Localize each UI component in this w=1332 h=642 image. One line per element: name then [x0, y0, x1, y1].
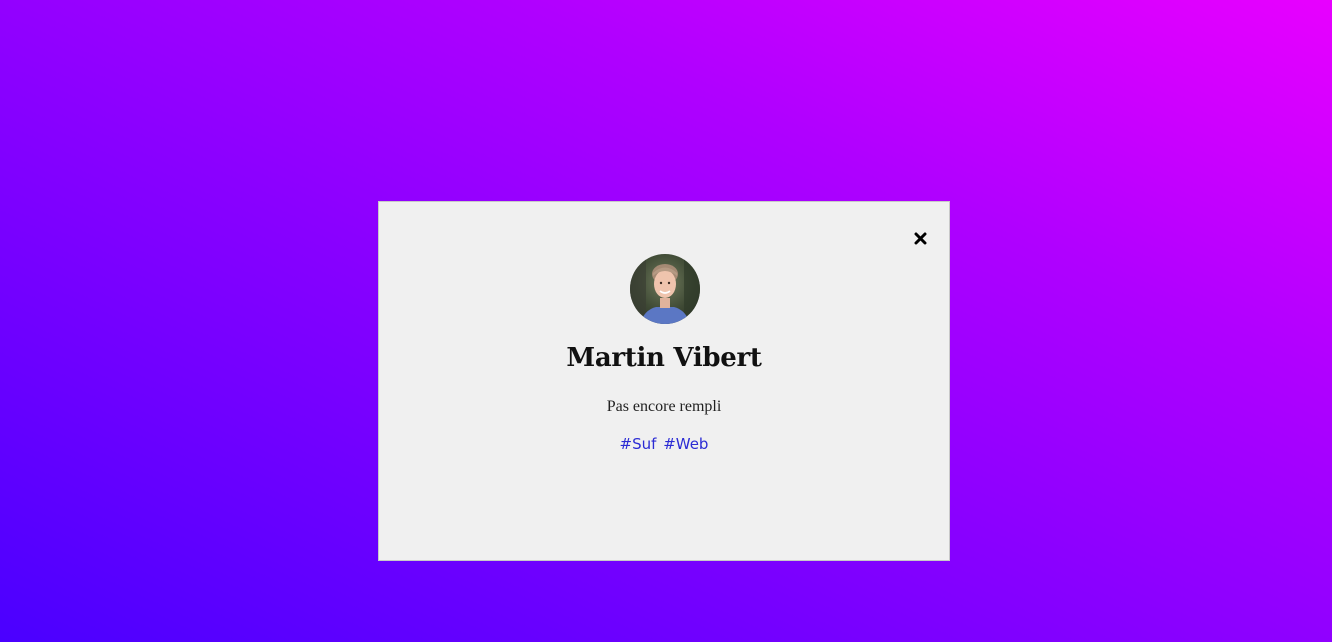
- profile-description: Pas encore rempli: [606, 398, 722, 415]
- profile-modal: Martin Vibert Pas encore rempli #Suf #We…: [378, 201, 950, 561]
- tag-link[interactable]: #Suf: [620, 435, 657, 453]
- close-button[interactable]: [911, 228, 929, 248]
- tag-list: #Suf #Web: [379, 435, 949, 453]
- profile-name: Martin Vibert: [566, 343, 762, 373]
- close-icon: [914, 232, 926, 244]
- tag-link[interactable]: #Web: [663, 435, 708, 453]
- avatar: [630, 254, 700, 324]
- person-photo-icon: [630, 254, 700, 324]
